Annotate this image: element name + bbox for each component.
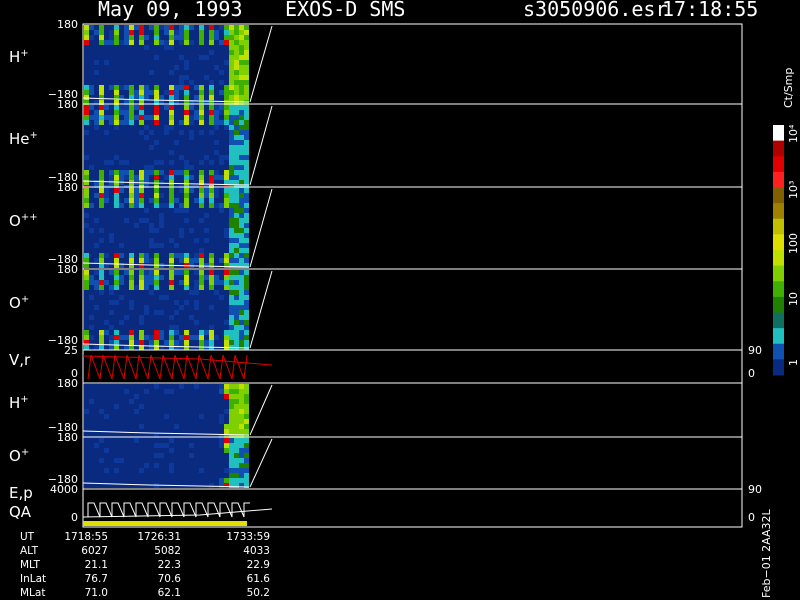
panel-label-he-plus: He+ [9, 129, 38, 148]
colorbar-segment [773, 125, 784, 142]
orbit-label: InLat [20, 573, 47, 585]
header-instrument: EXOS-D SMS [285, 0, 406, 21]
panel-label-o-plusplus: O++ [9, 212, 38, 230]
colorbar-segment [773, 140, 784, 157]
orbit-value: 70.6 [157, 573, 181, 585]
colorbar-segment [773, 203, 784, 220]
panel-frame-vr [82, 349, 743, 384]
ytick-top-ep-qa: 4000 [50, 483, 78, 496]
ytick-top-o-plus-2: 180 [57, 431, 78, 444]
orbit-label: MLat [20, 587, 46, 599]
panel-label-o-plus-2: O+ [9, 447, 30, 465]
panel-label-h-plus: H+ [9, 48, 29, 66]
energy-steps [87, 502, 250, 518]
rtick-top-vr: 90 [748, 344, 762, 357]
header-time: 17:18:55 [662, 0, 759, 21]
guide-line-h-plus-2 [249, 384, 273, 436]
orbit-value: 62.1 [157, 587, 181, 599]
colorbar-segment [773, 328, 784, 345]
colorbar-segment [773, 218, 784, 235]
spectrogram-he-plus [84, 105, 249, 190]
panel-label-h-plus-2: H+ [9, 394, 29, 412]
guide-line-he-plus [249, 105, 273, 186]
ytick-top-o-plusplus: 180 [57, 181, 78, 194]
orbit-value: 22.9 [246, 559, 270, 571]
colorbar-unit: Ct/Smp [782, 67, 795, 108]
colorbar-tick: 1 [787, 359, 800, 366]
panel-label-qa: QA [9, 503, 32, 521]
guide-line-o-plusplus [249, 188, 273, 268]
ytick-top-he-plus: 180 [57, 98, 78, 111]
spectrogram-plot [82, 23, 784, 528]
qa-bar [83, 521, 247, 526]
orbit-value: 4033 [243, 545, 270, 557]
spectrogram-o-plus-2 [84, 438, 249, 488]
orbit-value: 1726:31 [137, 531, 181, 543]
colorbar-tick: 100 [787, 233, 800, 254]
spectrogram-o-plusplus [84, 188, 249, 268]
orbit-value: 61.6 [246, 573, 270, 585]
orbit-value: 6027 [81, 545, 108, 557]
orbit-value: 5082 [154, 545, 181, 557]
spectrogram-h-plus-2 [84, 384, 249, 439]
colorbar-segment [773, 343, 784, 360]
orbit-label: ALT [20, 545, 39, 557]
colorbar-segment [773, 187, 784, 204]
colorbar-segment [773, 156, 784, 173]
guide-line-o-plus [249, 270, 273, 349]
colorbar-segment [773, 265, 784, 282]
ytick-top-h-plus: 180 [57, 18, 78, 31]
orbit-value: 76.7 [84, 573, 108, 585]
orbit-label: MLT [20, 559, 40, 571]
footer-stamp: Feb−01 2AA32L [760, 509, 773, 598]
panel-label-vr: V,r [9, 350, 31, 369]
colorbar-segment [773, 171, 784, 188]
orbit-label: UT [20, 531, 35, 543]
colorbar-segment [773, 312, 784, 329]
rtick-bottom-vr: 0 [748, 367, 755, 380]
ytick-top-h-plus-2: 180 [57, 377, 78, 390]
guide-line-h-plus [249, 25, 273, 103]
orbit-value: 22.3 [157, 559, 181, 571]
colorbar-tick: 10 [787, 292, 800, 306]
rtick-bottom-ep-qa: 0 [748, 511, 755, 524]
ytick-top-o-plus: 180 [57, 263, 78, 276]
colorbar-tick: 10⁴ [787, 124, 800, 143]
header-date: May 09, 1993 [98, 0, 243, 21]
spectrogram-o-plus [84, 270, 249, 350]
orbit-value: 71.0 [84, 587, 108, 599]
colorbar-segment [773, 296, 784, 313]
rtick-top-ep-qa: 90 [748, 483, 762, 496]
spectrogram-h-plus [84, 25, 249, 105]
guide-line-o-plus-2 [249, 438, 273, 488]
orbit-value: 1718:55 [64, 531, 108, 543]
colorbar-segment [773, 281, 784, 298]
panel-label-ep-qa: E,p [9, 484, 33, 502]
ytick-bottom-ep-qa: 0 [71, 511, 78, 524]
colorbar-segment [773, 359, 784, 376]
orbit-value: 1733:59 [226, 531, 270, 543]
colorbar-segment [773, 234, 784, 251]
orbit-value: 21.1 [84, 559, 108, 571]
ytick-top-vr: 25 [64, 344, 78, 357]
colorbar-tick: 10³ [787, 180, 800, 199]
panel-label-o-plus: O+ [9, 293, 30, 312]
orbit-value: 50.2 [246, 587, 270, 599]
header-file: s3050906.esr [523, 0, 668, 21]
colorbar-segment [773, 250, 784, 267]
